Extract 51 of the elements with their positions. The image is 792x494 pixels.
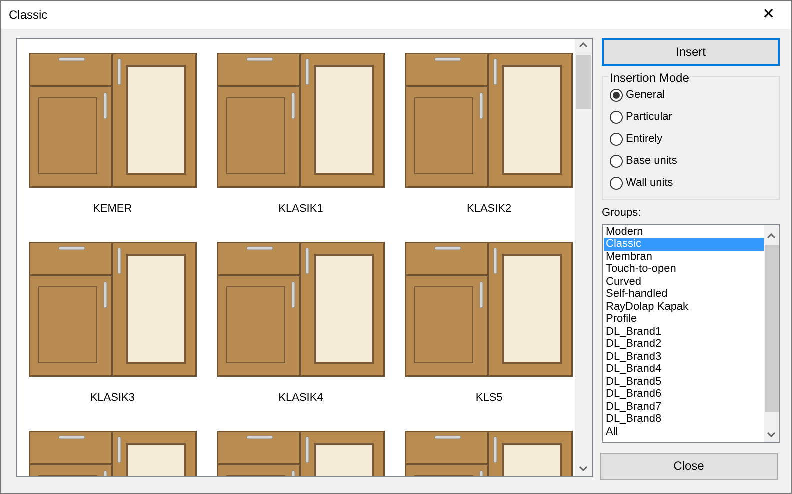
close-button[interactable]: ✕ — [747, 1, 791, 29]
scroll-down-icon[interactable] — [579, 466, 588, 472]
group-item[interactable]: Curved — [604, 276, 764, 288]
scroll-down-icon[interactable] — [767, 432, 776, 438]
groups-label: Groups: — [602, 206, 642, 221]
scroll-thumb[interactable] — [576, 55, 591, 109]
group-item[interactable]: DL_Brand8 — [604, 413, 764, 426]
radio-label[interactable]: Entirely — [626, 130, 663, 148]
item-label: KLASIK1 — [278, 202, 324, 217]
item-label: KLASIK2 — [467, 202, 512, 217]
group-item[interactable]: Modern — [604, 226, 764, 238]
radio-label[interactable]: Base units — [626, 152, 678, 170]
scroll-up-icon[interactable] — [579, 42, 588, 48]
group-item[interactable]: Touch-to-open — [604, 263, 764, 276]
cabinet-door-drawing[interactable] — [28, 53, 197, 188]
scrollbar[interactable] — [764, 224, 779, 442]
item-label: KEMER — [93, 202, 132, 217]
group-item[interactable]: DL_Brand4 — [604, 363, 764, 376]
cabinet-door-drawing[interactable] — [216, 53, 385, 188]
group-item[interactable]: RayDolap Kapak — [604, 300, 764, 313]
radio-label[interactable]: General — [626, 86, 666, 104]
cabinet-door-drawing[interactable] — [28, 242, 197, 377]
group-item[interactable]: Profile — [604, 313, 764, 326]
insert-button[interactable]: Insert — [602, 38, 780, 66]
cabinet-door-drawing[interactable] — [405, 242, 574, 377]
group-item[interactable]: Self-handled — [604, 288, 764, 300]
radio-label[interactable]: Particular — [626, 108, 672, 126]
close-button[interactable]: Close — [600, 452, 778, 480]
radio-button[interactable] — [610, 176, 623, 190]
window-title: Classic — [9, 7, 48, 24]
radio-label[interactable]: Wall units — [626, 174, 674, 192]
group-item[interactable]: All — [604, 426, 764, 438]
group-item[interactable]: DL_Brand7 — [604, 400, 764, 413]
radio-button[interactable] — [610, 88, 623, 102]
group-item[interactable]: DL_Brand3 — [604, 350, 764, 363]
scrollbar[interactable] — [575, 39, 592, 476]
radio-button[interactable] — [610, 110, 623, 124]
item-label: KLS5 — [476, 391, 503, 406]
radio-button[interactable] — [610, 154, 623, 168]
cabinet-door-drawing[interactable] — [216, 242, 385, 377]
scroll-up-icon[interactable] — [767, 232, 776, 238]
scroll-thumb[interactable] — [764, 244, 778, 412]
group-item[interactable]: DL_Brand2 — [604, 338, 764, 350]
cabinet-door-drawing[interactable] — [405, 53, 574, 188]
item-label: KLASIK3 — [90, 391, 135, 406]
group-item[interactable]: Membran — [604, 250, 764, 263]
group-item[interactable]: DL_Brand6 — [604, 388, 764, 400]
group-item[interactable]: DL_Brand1 — [604, 326, 764, 338]
radio-button[interactable] — [610, 132, 623, 146]
group-item[interactable]: DL_Brand5 — [604, 376, 764, 388]
item-label: KLASIK4 — [278, 391, 324, 406]
